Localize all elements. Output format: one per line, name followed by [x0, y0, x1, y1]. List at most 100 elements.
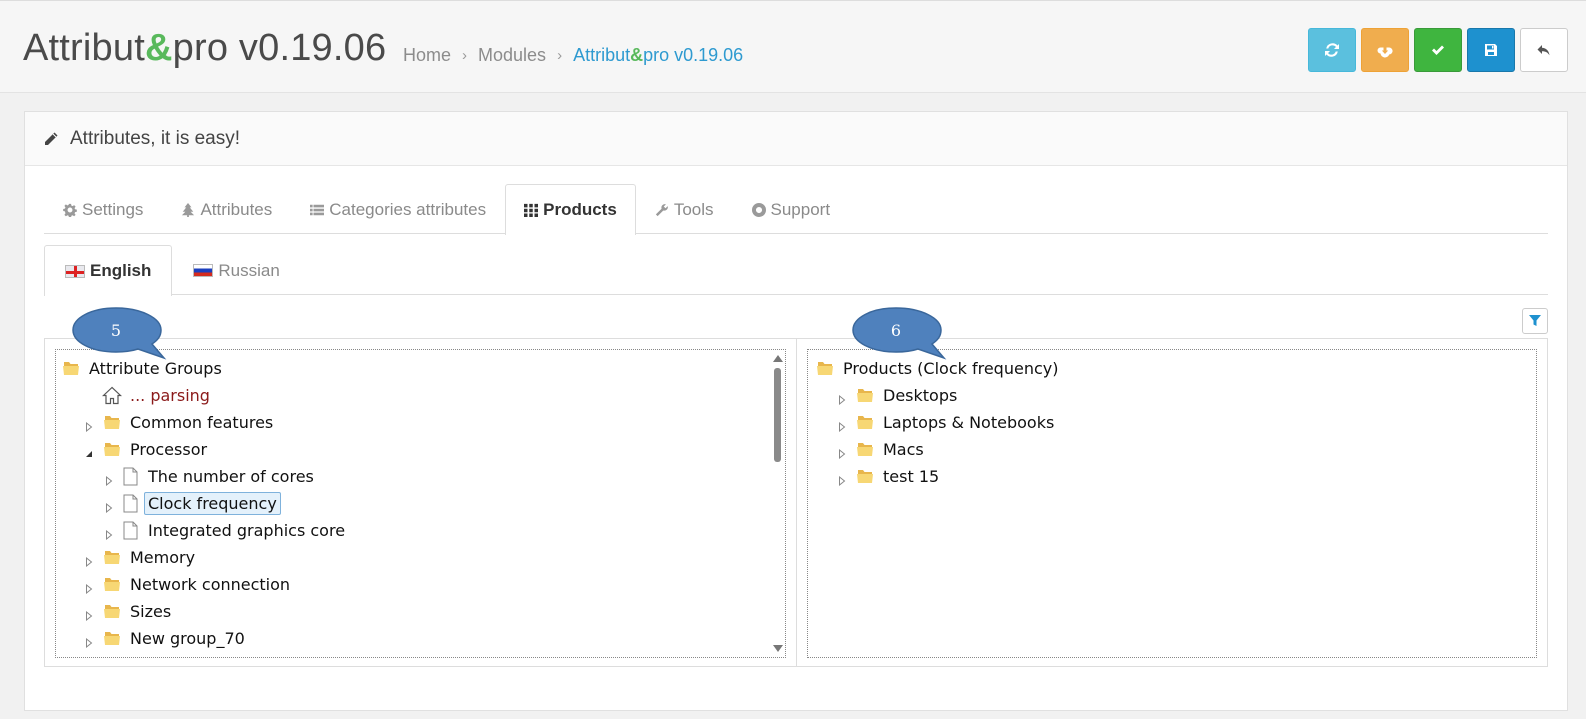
tree-node-parsing[interactable]: ... parsing [102, 382, 210, 408]
tab-language-english[interactable]: English [44, 245, 173, 296]
folder-icon [104, 551, 120, 564]
attribute-tree-column: Attribute Groups ... parsing Common feat… [45, 339, 797, 666]
save-button[interactable] [1467, 28, 1515, 72]
tree-node-integrated-graphics[interactable]: Integrated graphics core [104, 517, 345, 543]
expand-arrow-icon[interactable] [84, 633, 94, 649]
folder-icon [104, 443, 120, 456]
scroll-up-arrow-icon[interactable] [773, 355, 783, 362]
expand-arrow-icon[interactable] [837, 417, 847, 433]
tree-node-laptops[interactable]: Laptops & Notebooks [837, 409, 1054, 435]
tree-node-sizes[interactable]: Sizes [84, 598, 171, 624]
home-icon [102, 386, 122, 404]
russian-flag-icon [193, 264, 214, 277]
page-title: Attribut&pro v0.19.06 [23, 27, 386, 70]
tree-node-new-group-70[interactable]: New group_70 [84, 625, 245, 651]
expand-arrow-icon[interactable] [837, 471, 847, 487]
breadcrumb-current[interactable]: Attribut&pro v0.19.06 [573, 45, 743, 66]
breadcrumb-current-amp: & [630, 45, 644, 65]
callout-6: 6 [851, 306, 947, 368]
tab-tools[interactable]: Tools [636, 184, 733, 234]
breadcrumb-separator: › [462, 47, 468, 64]
refresh-button[interactable] [1308, 28, 1356, 72]
expand-arrow-icon[interactable] [104, 471, 114, 487]
tree-node-desktops[interactable]: Desktops [837, 382, 957, 408]
folder-icon [104, 416, 120, 429]
header-toolbar [1308, 28, 1568, 72]
tab-categories-attributes[interactable]: Categories attributes [291, 184, 505, 234]
floppy-disk-icon [1485, 44, 1497, 56]
tree-node-label: Integrated graphics core [148, 520, 346, 540]
folder-icon [857, 443, 873, 456]
tree-node-label: Memory [130, 547, 196, 567]
main-panel: Attributes, it is easy! Settings Attribu… [24, 111, 1568, 711]
folder-icon [104, 632, 120, 645]
tree-node-label: Common features [130, 412, 274, 432]
grid-icon [524, 203, 539, 217]
scroll-thumb[interactable] [774, 368, 781, 462]
tree-node-memory[interactable]: Memory [84, 544, 195, 570]
expand-arrow-icon[interactable] [84, 552, 94, 568]
panel-heading-text: Attributes, it is easy! [70, 127, 241, 149]
folder-icon [104, 578, 120, 591]
tree-node-number-of-cores[interactable]: The number of cores [104, 463, 314, 489]
tree-node-common-features[interactable]: Common features [84, 409, 273, 435]
tree-node-label: Sizes [130, 601, 172, 621]
tree-node-partial [103, 652, 130, 657]
refresh-icon [1325, 43, 1339, 57]
tree-node-label: Desktops [883, 385, 958, 405]
collapse-arrow-icon[interactable] [84, 444, 94, 457]
folder-icon [817, 362, 833, 375]
tree-node-label: ... parsing [130, 385, 210, 405]
tab-support[interactable]: Support [733, 184, 850, 234]
filter-button[interactable] [1522, 308, 1548, 334]
tree-scrollbar[interactable] [770, 350, 785, 657]
tab-support-label: Support [770, 199, 831, 219]
tree-node-label: New group_70 [130, 628, 245, 648]
expand-arrow-icon[interactable] [837, 444, 847, 460]
callout-number: 6 [890, 320, 902, 340]
back-button[interactable] [1520, 28, 1568, 72]
breadcrumb-home[interactable]: Home [403, 45, 451, 66]
expand-arrow-icon[interactable] [84, 606, 94, 622]
gear-icon [63, 203, 77, 217]
tab-settings-label: Settings [82, 199, 144, 219]
panel-heading: Attributes, it is easy! [25, 112, 1567, 166]
document-icon [123, 521, 138, 539]
expand-arrow-icon[interactable] [837, 390, 847, 406]
tree-node-clock-frequency[interactable]: Clock frequency [104, 490, 281, 516]
filter-icon [1529, 315, 1541, 326]
download-button[interactable] [1361, 28, 1409, 72]
uk-flag-icon [65, 264, 85, 278]
tree-node-network-connection[interactable]: Network connection [84, 571, 290, 597]
breadcrumb-modules[interactable]: Modules [478, 45, 546, 66]
tree-node-processor[interactable]: Processor [84, 436, 207, 462]
tree-node-label: Processor [130, 439, 208, 459]
tab-settings[interactable]: Settings [44, 184, 162, 234]
tree-node-macs[interactable]: Macs [837, 436, 924, 462]
tab-language-russian[interactable]: Russian [172, 245, 300, 295]
expand-arrow-icon[interactable] [84, 417, 94, 433]
tab-products[interactable]: Products [505, 184, 636, 235]
expand-arrow-icon[interactable] [104, 525, 114, 541]
callout-5: 5 [71, 306, 167, 368]
expand-arrow-icon[interactable] [84, 579, 94, 595]
tree-container: Attribute Groups ... parsing Common feat… [44, 338, 1548, 667]
title-amp: & [144, 27, 173, 69]
callout-number: 5 [110, 320, 122, 340]
title-prefix: Attribut [23, 27, 145, 69]
breadcrumb-current-suffix: pro v0.19.06 [643, 45, 744, 65]
folder-icon [104, 605, 120, 618]
save-and-stay-button[interactable] [1414, 28, 1462, 72]
tree-node-label-selected: Clock frequency [144, 491, 281, 515]
tree-node-label: The number of cores [148, 466, 314, 486]
scroll-down-arrow-icon[interactable] [773, 645, 783, 652]
document-icon [123, 494, 138, 512]
expand-arrow-icon[interactable] [104, 498, 114, 514]
folder-icon [857, 470, 873, 483]
tree-node-test-15[interactable]: test 15 [837, 463, 939, 489]
tab-attributes-label: Attributes [200, 199, 273, 219]
tab-attributes[interactable]: Attributes [162, 184, 291, 234]
document-icon [123, 467, 138, 485]
tree-node-label: Macs [883, 439, 924, 459]
breadcrumb: Home › Modules › Attribut&pro v0.19.06 [403, 45, 743, 66]
